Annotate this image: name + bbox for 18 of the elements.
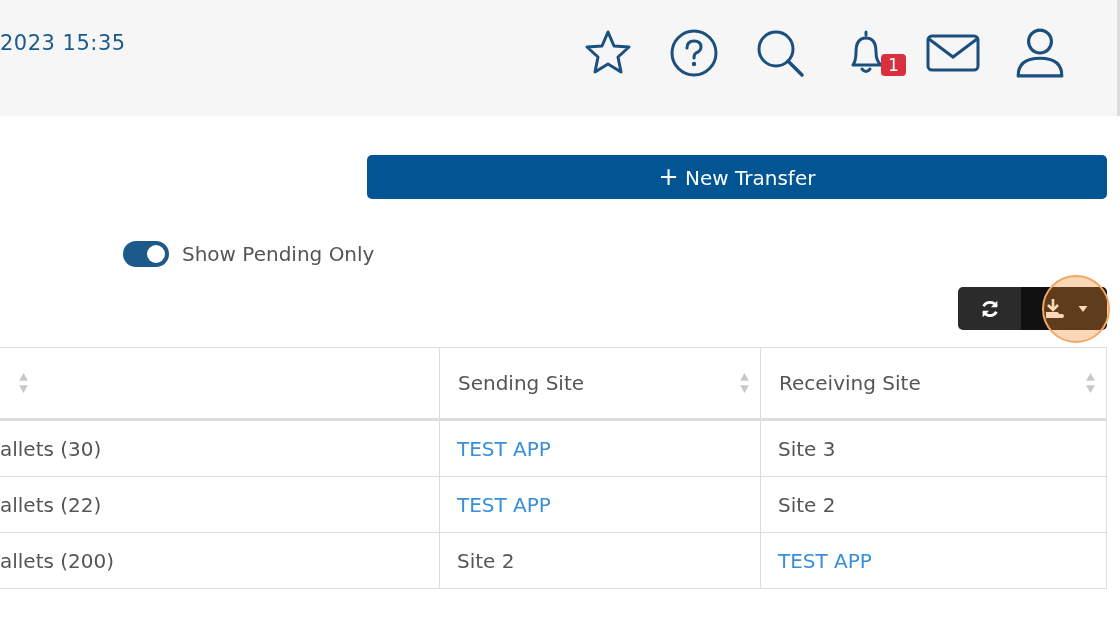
caret-icon — [1078, 305, 1088, 312]
column-title: Sending Site — [458, 371, 585, 395]
table-cell: allets (30) — [0, 436, 102, 461]
column-header[interactable]: Receiving Site — [760, 348, 1106, 421]
refresh-button[interactable] — [958, 287, 1021, 330]
column-header[interactable]: Sending Site — [439, 348, 760, 421]
notification-badge: 1 — [881, 54, 906, 76]
column-title: Receiving Site — [779, 371, 921, 395]
table-cell: Site 2 — [457, 548, 515, 573]
new-transfer-button[interactable]: + New Transfer — [367, 155, 1107, 199]
date-time: 2023 15:35 — [0, 31, 126, 55]
table-cell: Site 3 — [778, 436, 836, 461]
toggle-switch[interactable] — [123, 241, 169, 267]
table-cell: allets (22) — [0, 492, 102, 517]
table-cell: Site 2 — [778, 492, 836, 517]
download-button[interactable] — [1021, 287, 1107, 330]
toggle-label: Show Pending Only — [182, 242, 375, 266]
table-cell: allets (200) — [0, 548, 115, 573]
